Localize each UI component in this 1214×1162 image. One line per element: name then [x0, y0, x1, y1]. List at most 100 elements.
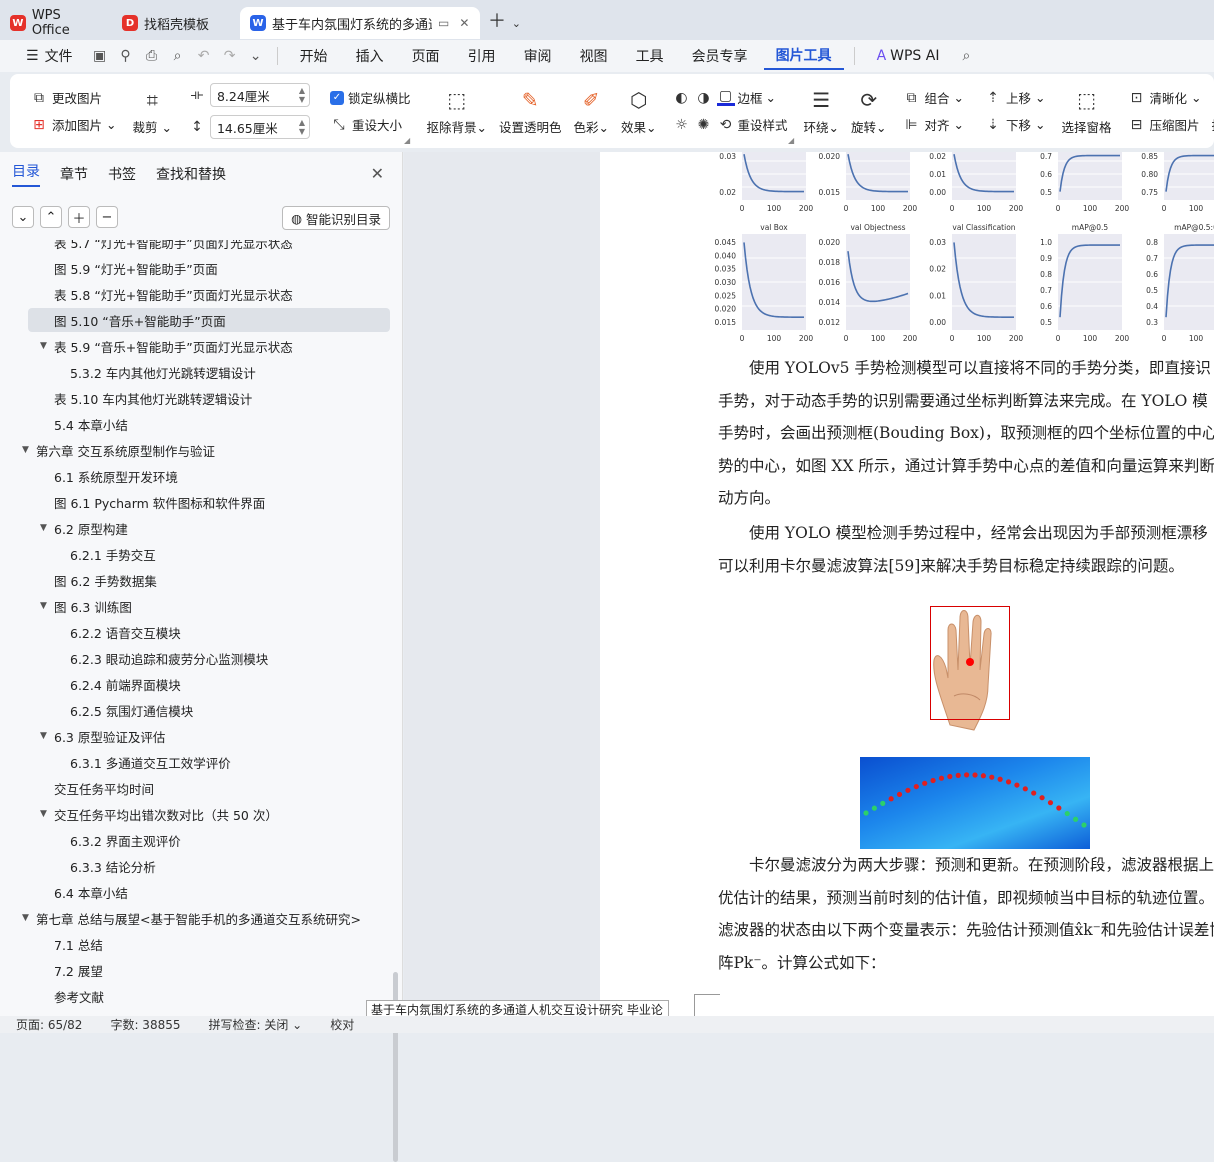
new-tab-icon[interactable]: ＋ ⌄ — [488, 7, 521, 33]
stepper-icon[interactable]: ▲ ▼ — [299, 86, 309, 104]
page-indicator[interactable]: 页面: 65/82 — [16, 1016, 82, 1033]
toc-item[interactable]: ▼ 第七章 总结与展望<基于智能手机的多通道交互系统研究> — [0, 906, 361, 930]
menu-insert[interactable]: 插入 — [344, 42, 396, 70]
tab-screen-icon[interactable]: ▭ — [438, 16, 449, 30]
menu-tools[interactable]: 工具 — [624, 42, 676, 70]
print-icon[interactable]: ⎙ — [141, 48, 163, 64]
undo-icon[interactable]: ↶ — [193, 48, 215, 64]
hand-image[interactable] — [918, 600, 1018, 735]
menu-review[interactable]: 审阅 — [512, 42, 564, 70]
proofread[interactable]: 校对 — [330, 1016, 354, 1033]
menu-reference[interactable]: 引用 — [456, 42, 508, 70]
caret-down-icon[interactable]: ▼ — [40, 523, 54, 533]
menu-picture-tools[interactable]: 图片工具 — [763, 42, 844, 70]
caret-down-icon[interactable]: ▼ — [22, 913, 36, 923]
toc-item[interactable]: ▼ 表 5.9 “音乐+智能助手”页面灯光显示状态 — [0, 334, 293, 358]
toc-item[interactable]: 参考文献 — [0, 984, 104, 1008]
remove-background-button[interactable]: ⬚ 抠除背景⌄ — [420, 87, 493, 136]
smart-toc-button[interactable]: ◍ 智能识别目录 — [282, 206, 390, 230]
wps-ai-button[interactable]: A WPS AI — [865, 42, 952, 70]
color-button[interactable]: ✐ 色彩⌄ — [568, 87, 616, 136]
toc-item[interactable]: 6.2.5 氛围灯通信模块 — [0, 698, 193, 722]
toc-item[interactable]: 表 5.8 “灯光+智能助手”页面灯光显示状态 — [0, 282, 293, 306]
toc-item[interactable]: 6.2.4 前端界面模块 — [0, 672, 181, 696]
toc-item[interactable]: 图 6.1 Pycharm 软件图标和软件界面 — [0, 490, 265, 514]
toc-item[interactable]: 图 6.2 手势数据集 — [0, 568, 157, 592]
caret-down-icon[interactable]: ▼ — [40, 731, 54, 741]
wrap-button[interactable]: ☰ 环绕⌄ — [798, 87, 846, 136]
effect-button[interactable]: ⬡ 效果⌄ — [615, 87, 663, 136]
share-icon[interactable]: ⚲ — [115, 48, 137, 64]
crop-button[interactable]: ⌗ 裁剪 ⌄ — [127, 87, 178, 136]
toc-item[interactable]: 6.1 系统原型开发环境 — [0, 464, 178, 488]
save-icon[interactable]: ▣ — [89, 48, 111, 64]
toc-item[interactable]: 6.2.3 眼动追踪和疲劳分心监测模块 — [0, 646, 268, 670]
spell-check[interactable]: 拼写检查: 关闭 ⌄ — [209, 1016, 303, 1033]
ribbon-expand-icon[interactable]: ◢ — [404, 136, 410, 145]
print-preview-icon[interactable]: ⌕ — [167, 48, 189, 64]
stepper-icon[interactable]: ▲ ▼ — [299, 118, 309, 136]
toc-item[interactable]: 交互任务平均时间 — [0, 776, 154, 800]
tab-bookmarks[interactable]: 书签 — [108, 164, 136, 184]
toc-item[interactable]: 7.1 总结 — [0, 932, 103, 956]
toc-item[interactable]: ▼ 第六章 交互系统原型制作与验证 — [0, 438, 215, 462]
toc-item[interactable]: 6.3.3 结论分析 — [0, 854, 156, 878]
caret-down-icon[interactable]: ▼ — [40, 809, 54, 819]
set-transparent-button[interactable]: ✎ 设置透明色 — [493, 87, 568, 136]
toc-item[interactable]: 6.2.2 语音交互模块 — [0, 620, 181, 644]
redo-icon[interactable]: ↷ — [219, 48, 241, 64]
toc-item[interactable]: 5.4 本章小结 — [0, 412, 128, 436]
toc-item[interactable]: 表 5.10 车内其他灯光跳转逻辑设计 — [0, 386, 252, 410]
caret-down-icon[interactable]: ▼ — [40, 341, 54, 351]
remove-icon[interactable]: − — [96, 206, 118, 228]
word-count[interactable]: 字数: 38855 — [110, 1016, 180, 1033]
toc-item[interactable]: ▼ 交互任务平均出错次数对比（共 50 次） — [0, 802, 278, 826]
file-menu[interactable]: ☰ 文件 — [14, 42, 85, 70]
toc-item[interactable]: 6.2.1 手势交互 — [0, 542, 156, 566]
brightness-up-icon[interactable]: ☼ — [673, 117, 691, 133]
collapse-icon[interactable]: ⌄ — [12, 206, 34, 228]
toc-item[interactable]: ▼ 6.2 原型构建 — [0, 516, 128, 540]
border-button[interactable]: ▢ 边框 ⌄ — [716, 88, 776, 107]
select-pane-button[interactable]: ⬚ 选择窗格 — [1056, 87, 1118, 136]
brightness-down-icon[interactable]: ✺ — [695, 117, 713, 133]
group-button[interactable]: ⧉ 组合 ⌄ — [903, 88, 965, 107]
height-input[interactable]: 14.65厘米 ▲ ▼ — [209, 115, 310, 139]
move-down-button[interactable]: ⇣ 下移 ⌄ — [984, 115, 1045, 134]
trajectory-image[interactable] — [860, 757, 1090, 849]
tab-find-replace[interactable]: 查找和替换 — [156, 164, 226, 184]
reset-style-button[interactable]: ⟲ 重设样式 — [717, 115, 788, 134]
more-icon[interactable]: ⌄ — [245, 48, 267, 64]
expand-icon[interactable]: ⌃ — [40, 206, 62, 228]
change-picture-button[interactable]: ⧉ 更改图片 — [30, 88, 117, 107]
toc-item[interactable]: ▼ 6.3 原型验证及评估 — [0, 724, 165, 748]
rotate-button[interactable]: ⟳ 旋转⌄ — [845, 87, 893, 136]
add-picture-button[interactable]: ⊞ 添加图片 ⌄ — [30, 115, 116, 134]
align-button[interactable]: ⊫ 对齐 ⌄ — [903, 115, 964, 134]
caret-down-icon[interactable]: ▼ — [22, 445, 36, 455]
close-icon[interactable]: ✕ — [459, 16, 469, 30]
menu-member[interactable]: 会员专享 — [680, 42, 760, 70]
resize-button[interactable]: ⤡ 重设大小 — [330, 115, 411, 134]
add-icon[interactable]: ＋ — [68, 206, 90, 228]
tab-sections[interactable]: 章节 — [60, 164, 88, 184]
toc-item[interactable]: 表 5.7 “灯光+智能助手”页面灯光显示状态 — [0, 240, 293, 254]
contrast-down-icon[interactable]: ◑ — [695, 90, 713, 106]
menu-page[interactable]: 页面 — [400, 42, 452, 70]
tab-template[interactable]: D 找稻壳模板 — [112, 7, 240, 39]
toc-item[interactable]: 5.3.2 车内其他灯光跳转逻辑设计 — [0, 360, 256, 384]
tab-document[interactable]: W 基于车内氛围灯系统的多通道 ▭ ✕ — [240, 7, 480, 39]
compress-button[interactable]: ⊟压缩图片批 — [1128, 115, 1214, 134]
toc-item[interactable]: 7.2 展望 — [0, 958, 103, 982]
tab-toc[interactable]: 目录 — [12, 161, 40, 187]
caret-down-icon[interactable]: ▼ — [40, 601, 54, 611]
move-up-button[interactable]: ⇡ 上移 ⌄ — [984, 88, 1045, 107]
width-input[interactable]: 8.24厘米 ▲ ▼ — [209, 83, 310, 107]
toc-item[interactable]: 6.4 本章小结 — [0, 880, 128, 904]
search-icon[interactable]: ⌕ — [955, 48, 977, 64]
close-icon[interactable]: ✕ — [371, 164, 384, 183]
toc-item[interactable]: 图 5.10 “音乐+智能助手”页面 — [28, 308, 390, 332]
toc-item[interactable]: 图 5.9 “灯光+智能助手”页面 — [0, 256, 218, 280]
sharpen-button[interactable]: ⊡ 清晰化 ⌄ — [1128, 88, 1214, 107]
toc-item[interactable]: 6.3.1 多通道交互工效学评价 — [0, 750, 231, 774]
